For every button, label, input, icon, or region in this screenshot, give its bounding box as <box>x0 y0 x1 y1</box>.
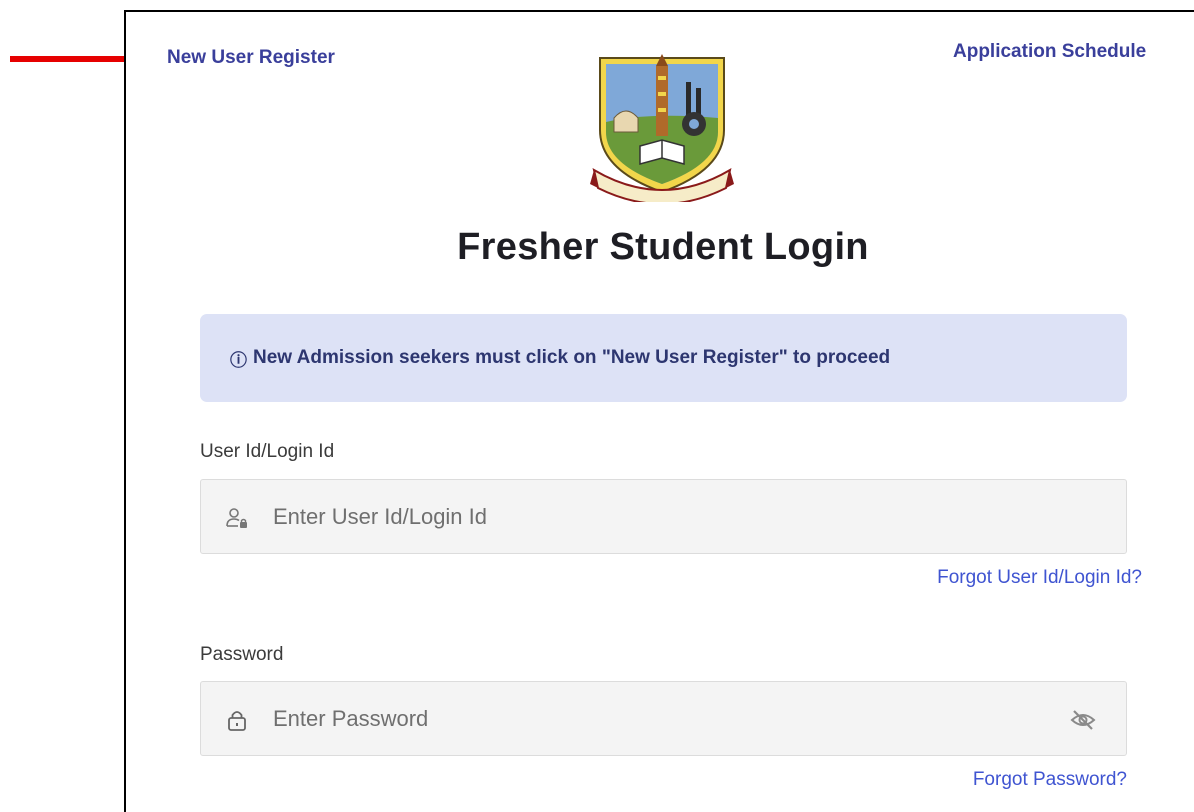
info-notice: ⓘ New Admission seekers must click on "N… <box>200 314 1127 402</box>
password-input[interactable] <box>273 682 1073 755</box>
info-icon: ⓘ <box>230 350 247 370</box>
userid-input[interactable] <box>273 480 1073 553</box>
eye-off-icon[interactable] <box>1070 708 1096 732</box>
university-emblem-logo <box>590 54 734 202</box>
forgot-password-link[interactable]: Forgot Password? <box>973 769 1127 791</box>
info-notice-text: New Admission seekers must click on "New… <box>253 347 891 368</box>
user-lock-icon <box>226 508 247 528</box>
new-user-register-link[interactable]: New User Register <box>167 47 335 69</box>
forgot-userid-link[interactable]: Forgot User Id/Login Id? <box>937 567 1142 589</box>
lock-icon <box>228 711 246 731</box>
page: New User Register Application Schedule F… <box>0 0 1194 812</box>
page-title: Fresher Student Login <box>457 226 869 268</box>
userid-label: User Id/Login Id <box>200 441 335 462</box>
password-field-container <box>200 681 1127 756</box>
password-label: Password <box>200 644 284 665</box>
userid-field-container <box>200 479 1127 554</box>
application-schedule-link[interactable]: Application Schedule <box>953 41 1146 63</box>
